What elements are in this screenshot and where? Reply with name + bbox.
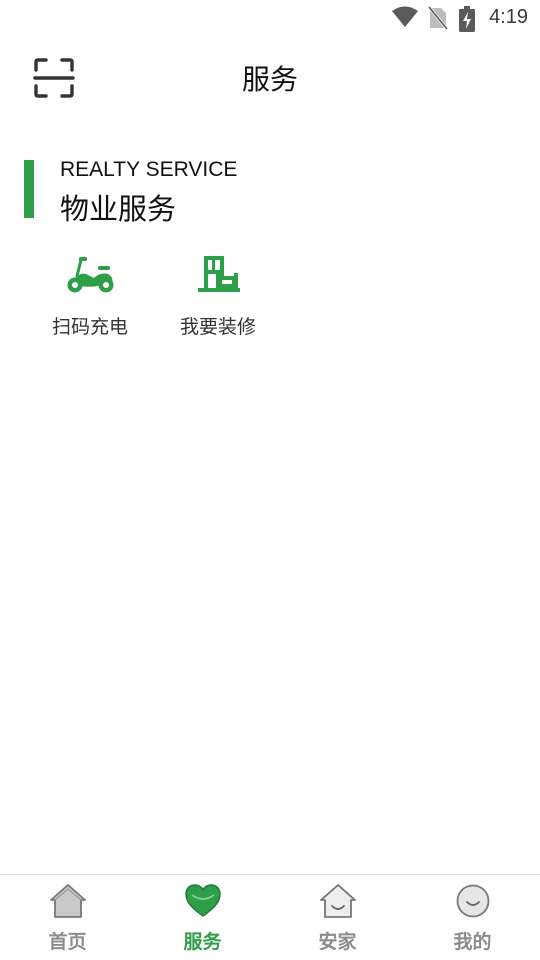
nav-label: 首页	[48, 931, 87, 953]
house-smile-icon	[319, 884, 356, 918]
nav-item-mine[interactable]: 我的	[405, 875, 540, 960]
service-label: 扫码充电	[51, 316, 128, 338]
bottom-nav: 首页 服务 安家 我的	[0, 874, 540, 960]
service-item-scan-charge[interactable]: 扫码充电	[30, 248, 150, 348]
nav-item-anjia[interactable]: 安家	[270, 875, 405, 960]
page-title: 服务	[241, 63, 298, 96]
nav-label: 服务	[183, 931, 222, 953]
nav-item-service[interactable]: 服务	[135, 875, 270, 960]
heart-icon	[184, 884, 221, 917]
service-item-renovation[interactable]: 我要装修	[158, 248, 278, 348]
scooter-icon	[67, 257, 114, 293]
wifi-icon	[392, 6, 418, 27]
battery-charging-icon	[459, 6, 475, 32]
section-title-en: REALTY SERVICE	[60, 158, 238, 181]
status-bar: 4:19	[0, 0, 540, 36]
nav-label: 我的	[453, 931, 492, 953]
profile-face-icon	[456, 884, 489, 918]
status-time: 4:19	[489, 6, 528, 28]
section-accent-bar	[24, 160, 34, 218]
no-sim-icon	[428, 6, 448, 30]
renovation-icon	[198, 256, 240, 292]
service-label: 我要装修	[179, 316, 256, 338]
header: 服务	[0, 40, 540, 120]
nav-label: 安家	[318, 931, 357, 953]
section-title-cn: 物业服务	[60, 192, 177, 226]
home-icon	[49, 884, 86, 918]
nav-item-home[interactable]: 首页	[0, 875, 135, 960]
